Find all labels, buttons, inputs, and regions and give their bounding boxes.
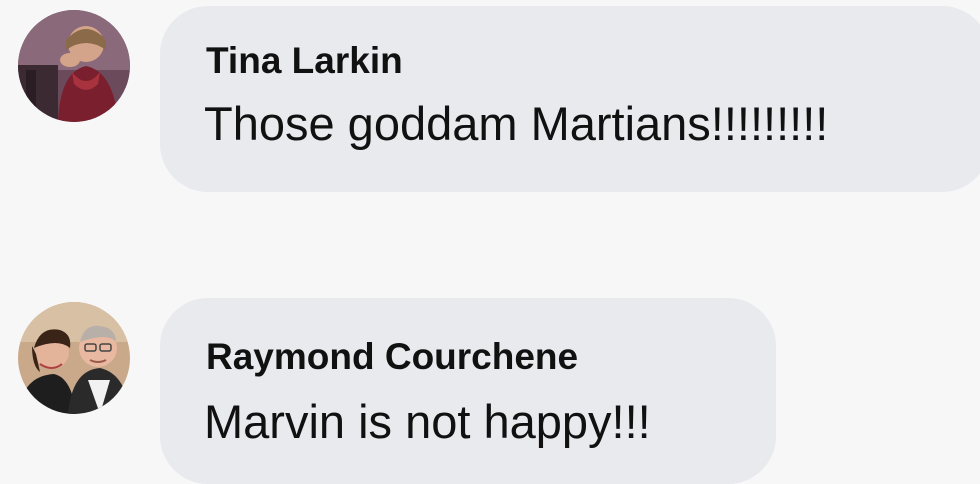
profile-photo-icon <box>18 302 130 414</box>
avatar[interactable] <box>18 302 130 414</box>
profile-photo-icon <box>18 10 130 122</box>
comment-author[interactable]: Raymond Courchene <box>206 336 578 378</box>
comment-text: Marvin is not happy!!! <box>204 395 651 448</box>
comment-text: Those goddam Martians!!!!!!!!! <box>204 97 829 150</box>
avatar[interactable] <box>18 10 130 122</box>
comment-bubble: Tina Larkin Those goddam Martians!!!!!!!… <box>160 6 980 192</box>
comment-bubble: Raymond Courchene Marvin is not happy!!! <box>160 298 776 484</box>
comment-author[interactable]: Tina Larkin <box>206 40 403 82</box>
